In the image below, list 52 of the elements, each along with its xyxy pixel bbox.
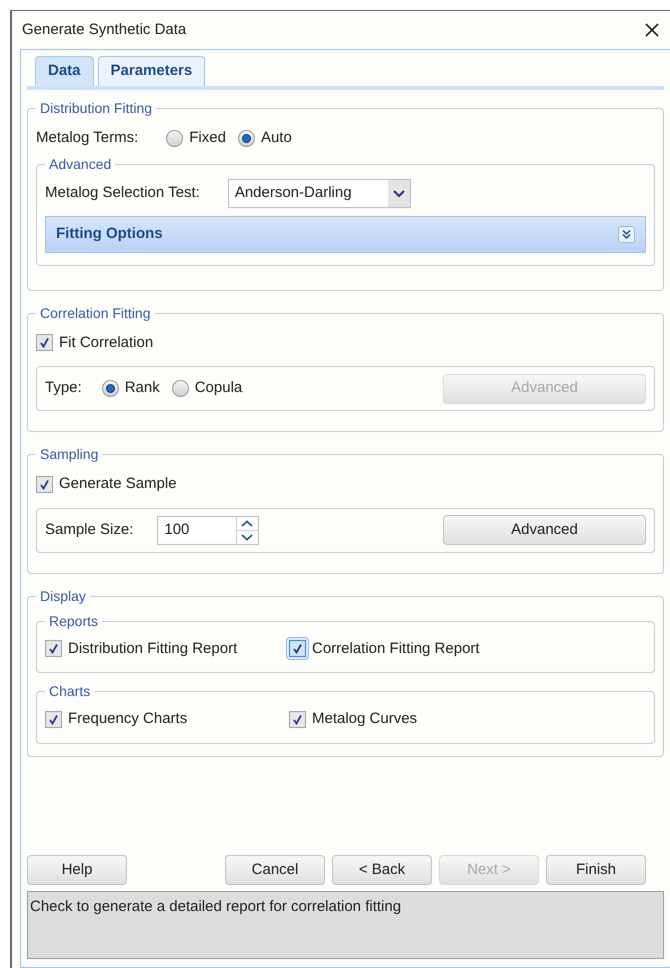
checkbox[interactable] <box>36 334 53 352</box>
checkbox-label: Distribution Fitting Report <box>68 638 238 658</box>
radio-label: Auto <box>260 128 292 148</box>
close-icon[interactable] <box>644 22 660 38</box>
button[interactable]: Finish <box>546 855 646 885</box>
checkbox-label: Generate Sample <box>59 474 177 494</box>
checkbox[interactable] <box>36 476 53 493</box>
checkbox-label: Correlation Fitting Report <box>312 638 480 658</box>
radio-label: Copula <box>194 378 242 398</box>
checkbox-label: Metalog Curves <box>312 709 418 729</box>
tab[interactable]: Parameters <box>98 56 206 86</box>
button[interactable]: Cancel <box>225 855 325 885</box>
radio-button[interactable] <box>238 130 255 147</box>
spinner-arrows-icon <box>236 516 258 544</box>
status-message: Check to generate a detailed report for correlation fitting <box>27 891 664 959</box>
field-label: Sample Size: <box>45 520 134 540</box>
group-title: Reports <box>48 612 100 631</box>
button[interactable]: < Back <box>332 855 432 885</box>
radio-button[interactable] <box>102 380 119 397</box>
radio-label: Fixed <box>189 128 226 148</box>
checkmark-icon <box>48 714 59 725</box>
chevron-down-icon <box>388 180 410 206</box>
checkmark-icon <box>292 714 303 725</box>
radio-label: Rank <box>124 378 160 398</box>
button[interactable]: Advanced <box>443 515 646 545</box>
window-title: Generate Synthetic Data <box>22 20 186 40</box>
checkbox-label: Fit Correlation <box>59 332 154 352</box>
checkbox-label: Frequency Charts <box>68 709 188 729</box>
group-title: Sampling <box>39 445 100 464</box>
field-label: Metalog Terms: <box>36 128 138 148</box>
fitting-options-header[interactable]: Fitting Options <box>45 216 646 252</box>
radio-button[interactable] <box>166 130 184 147</box>
group-title: Advanced <box>48 154 112 174</box>
group-title: Charts <box>48 682 92 701</box>
field-label: Type: <box>45 378 82 398</box>
checkmark-icon <box>39 478 50 490</box>
button[interactable]: Help <box>27 855 127 885</box>
checkbox[interactable] <box>45 640 62 658</box>
tab[interactable]: Data <box>35 56 94 86</box>
field-label: Metalog Selection Test: <box>45 182 200 203</box>
checkbox[interactable] <box>289 710 306 728</box>
checkmark-icon <box>292 643 303 654</box>
group-title: Distribution Fitting <box>39 99 154 118</box>
expand-icon <box>618 226 635 242</box>
group-title: Correlation Fitting <box>39 304 152 323</box>
checkmark-icon <box>48 643 59 654</box>
checkbox[interactable] <box>45 710 62 728</box>
number-spinner[interactable]: 100 <box>157 516 260 544</box>
radio-button[interactable] <box>172 380 189 397</box>
dropdown[interactable]: Anderson-Darling <box>228 178 411 208</box>
checkmark-icon <box>39 337 50 348</box>
group-title: Display <box>39 586 87 606</box>
